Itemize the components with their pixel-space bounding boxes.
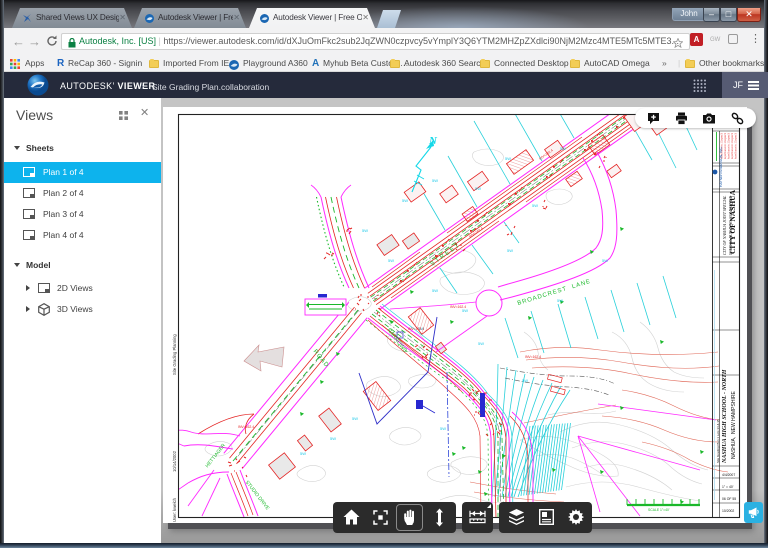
svg-text:CITY OF NASHUA: CITY OF NASHUA (728, 189, 737, 254)
svg-text:4/4/2007: 4/4/2007 (722, 473, 735, 477)
svg-text:06 OF 55: 06 OF 55 (722, 497, 736, 501)
svg-text:5W: 5W (532, 203, 538, 208)
svg-text:Site Grading Planning: Site Grading Planning (172, 334, 177, 375)
svg-text:5W: 5W (478, 341, 484, 346)
svg-text:User: kwelch: User: kwelch (172, 497, 177, 522)
svg-text:5W: 5W (362, 228, 368, 233)
svg-text:SCALE 1"=40': SCALE 1"=40' (648, 508, 670, 512)
svg-text:5W: 5W (560, 146, 566, 151)
svg-text:5W: 5W (507, 248, 513, 253)
svg-text:Hayner/Swanson Inc. 3 Congress: Hayner/Swanson Inc. 3 Congress St (734, 133, 738, 159)
svg-text:INV=162.4: INV=162.4 (450, 305, 466, 309)
svg-text:5W: 5W (475, 186, 481, 191)
svg-text:CITY OF NASHUA JOINT SPECIAL: CITY OF NASHUA JOINT SPECIAL (722, 195, 727, 255)
svg-text:10/2002: 10/2002 (722, 509, 734, 513)
svg-text:INV=162.4: INV=162.4 (525, 355, 541, 359)
svg-text:NASHUA HIGH SCHOOL - NORTH: NASHUA HIGH SCHOOL - NORTH (722, 369, 728, 464)
svg-text:5W: 5W (402, 198, 408, 203)
svg-text:5W: 5W (522, 378, 528, 383)
svg-text:5W: 5W (505, 156, 511, 161)
svg-text:5W: 5W (557, 298, 563, 303)
svg-text:5W: 5W (602, 258, 608, 263)
svg-text:10/14/2002: 10/14/2002 (172, 450, 177, 472)
svg-text:5W: 5W (432, 178, 438, 183)
svg-text:HAYNER/SWANSON, INC.: HAYNER/SWANSON, INC. (719, 146, 723, 187)
svg-text:5W: 5W (300, 451, 306, 456)
svg-text:1" = 40': 1" = 40' (722, 485, 734, 489)
svg-text:NARROWS: NARROWS (385, 327, 408, 354)
svg-text:ROAD: ROAD (312, 349, 330, 369)
svg-text:5W: 5W (330, 436, 336, 441)
svg-text:STUDIO DRIVE: STUDIO DRIVE (244, 480, 271, 512)
svg-text:INV=162.4: INV=162.4 (408, 327, 424, 331)
svg-text:5W: 5W (388, 258, 394, 263)
svg-text:5W: 5W (432, 288, 438, 293)
svg-text:5W: 5W (440, 426, 446, 431)
svg-text:5W: 5W (352, 416, 358, 421)
svg-text:NASHUA, NEW HAMPSHIRE: NASHUA, NEW HAMPSHIRE (731, 391, 737, 459)
svg-text:Site Grading Plan 1 Lots 34: Site Grading Plan 1 Lots 34 & 35 (716, 419, 720, 463)
svg-text:N: N (428, 135, 438, 147)
svg-text:INV=162.4: INV=162.4 (238, 425, 254, 429)
